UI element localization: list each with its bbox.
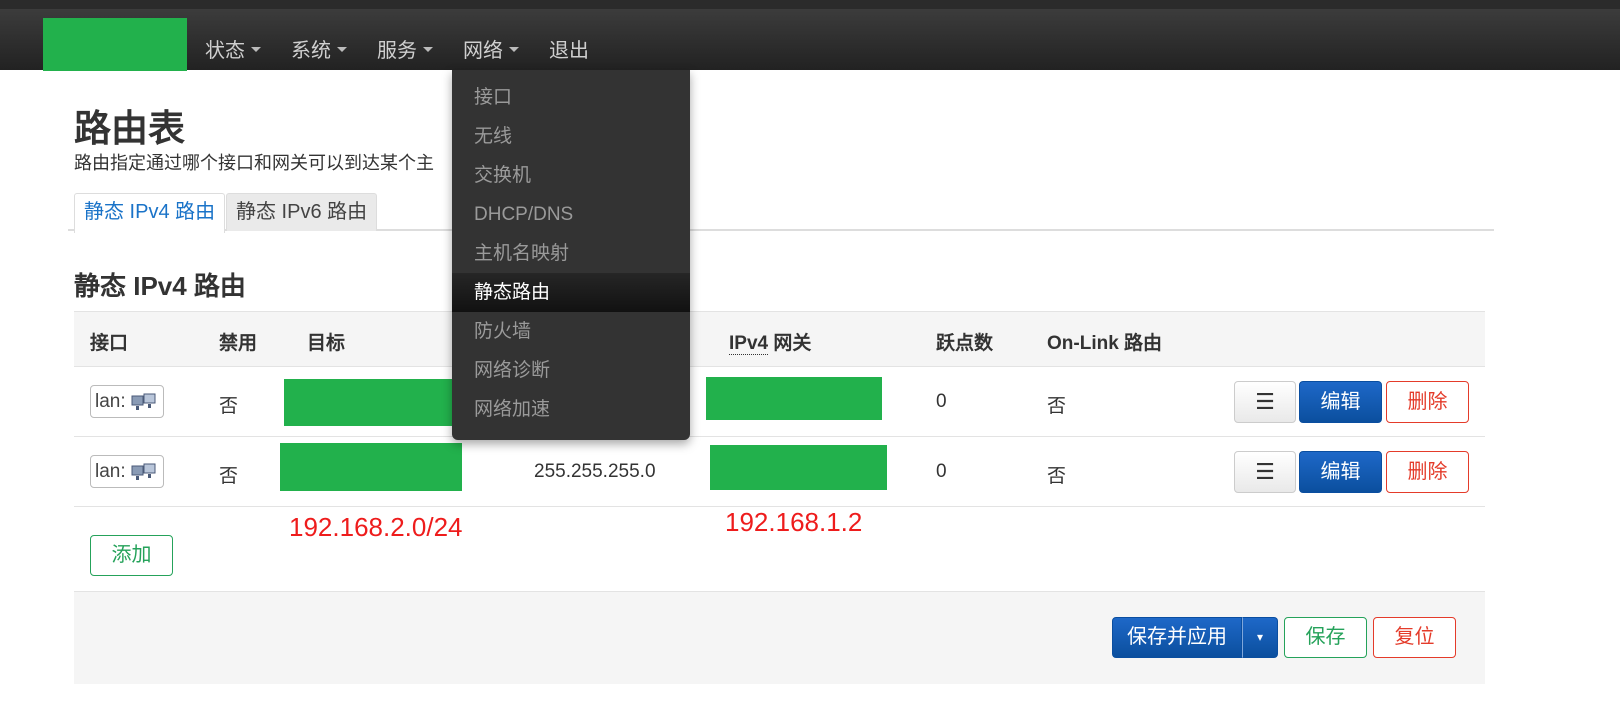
page-title: 路由表 xyxy=(74,108,185,149)
delete-button[interactable]: 删除 xyxy=(1386,451,1469,493)
edit-button[interactable]: 编辑 xyxy=(1299,381,1382,423)
row-menu-button[interactable]: ☰ xyxy=(1234,381,1296,423)
page-description: 路由指定通过哪个接口和网关可以到达某个主 xyxy=(74,153,434,173)
menu-item-static-routes[interactable]: 静态路由 xyxy=(452,273,690,312)
nav-network-label: 网络 xyxy=(463,40,503,62)
gateway-redacted xyxy=(706,377,882,420)
save-button[interactable]: 保存 xyxy=(1284,617,1367,658)
menu-item-interfaces[interactable]: 接口 xyxy=(452,78,690,117)
nav-status-label: 状态 xyxy=(205,40,245,62)
network-ports-icon xyxy=(131,393,156,410)
header-hops: 跃点数 xyxy=(936,333,994,354)
table-row: lan: 否 0 否 ☰ 编辑 删除 xyxy=(74,367,1485,437)
table-row: lan: 否 255.255.255.0 0 否 ☰ 编辑 删除 xyxy=(74,437,1485,507)
menu-item-dhcp-dns[interactable]: DHCP/DNS xyxy=(452,195,690,234)
add-button[interactable]: 添加 xyxy=(90,535,173,576)
disabled-value: 否 xyxy=(219,466,239,487)
gateway-redacted xyxy=(710,445,887,490)
row-menu-button[interactable]: ☰ xyxy=(1234,451,1296,493)
tab-static-ipv4[interactable]: 静态 IPv4 路由 xyxy=(74,193,226,233)
target-redacted xyxy=(280,443,462,491)
hops-value: 0 xyxy=(936,461,947,482)
brand-logo-redacted[interactable] xyxy=(43,18,187,71)
menu-item-switch[interactable]: 交换机 xyxy=(452,156,690,195)
menu-item-diagnostics[interactable]: 网络诊断 xyxy=(452,351,690,390)
caret-down-icon xyxy=(423,47,433,52)
edit-button[interactable]: 编辑 xyxy=(1299,451,1382,493)
interface-badge: lan: xyxy=(90,455,164,488)
section-title: 静态 IPv4 路由 xyxy=(74,271,246,301)
reset-button[interactable]: 复位 xyxy=(1373,617,1456,658)
nav-status[interactable]: 状态 xyxy=(190,18,276,79)
route-tabs: 静态 IPv4 路由 静态 IPv6 路由 xyxy=(68,193,1494,233)
caret-down-icon xyxy=(251,47,261,52)
onlink-value: 否 xyxy=(1047,466,1067,487)
nav-services-label: 服务 xyxy=(377,40,417,62)
network-dropdown-menu: 接口 无线 交换机 DHCP/DNS 主机名映射 静态路由 防火墙 网络诊断 网… xyxy=(452,70,690,440)
disabled-value: 否 xyxy=(219,396,239,417)
routes-table: 接口 禁用 目标 IPv4 网关 跃点数 On-Link 路由 lan: 否 0… xyxy=(74,311,1485,507)
menu-item-acceleration[interactable]: 网络加速 xyxy=(452,390,690,429)
nav-system[interactable]: 系统 xyxy=(276,18,362,79)
interface-label: lan: xyxy=(95,461,126,482)
header-onlink: On-Link 路由 xyxy=(1047,333,1163,354)
onlink-value: 否 xyxy=(1047,396,1067,417)
interface-label: lan: xyxy=(95,391,126,412)
netmask-value: 255.255.255.0 xyxy=(534,461,656,482)
menu-item-wireless[interactable]: 无线 xyxy=(452,117,690,156)
header-interface: 接口 xyxy=(90,333,129,354)
header-gateway-abbr: IPv4 xyxy=(729,333,769,355)
header-disabled: 禁用 xyxy=(219,333,258,354)
table-header: 接口 禁用 目标 IPv4 网关 跃点数 On-Link 路由 xyxy=(74,311,1485,367)
target-redacted xyxy=(284,379,454,426)
save-apply-dropdown-button[interactable]: ▾ xyxy=(1242,617,1278,658)
network-ports-icon xyxy=(131,463,156,480)
menu-item-firewall[interactable]: 防火墙 xyxy=(452,312,690,351)
tab-static-ipv6[interactable]: 静态 IPv6 路由 xyxy=(226,193,378,231)
target-annotation: 192.168.2.0/24 xyxy=(289,512,463,542)
header-target: 目标 xyxy=(307,333,346,354)
interface-badge: lan: xyxy=(90,385,164,418)
caret-down-icon xyxy=(337,47,347,52)
delete-button[interactable]: 删除 xyxy=(1386,381,1469,423)
gateway-annotation: 192.168.1.2 xyxy=(725,507,863,537)
header-gateway: IPv4 网关 xyxy=(729,328,811,355)
header-gateway-rest: 网关 xyxy=(768,333,812,354)
caret-down-icon xyxy=(509,47,519,52)
save-apply-button[interactable]: 保存并应用 xyxy=(1112,617,1242,658)
menu-item-hostnames[interactable]: 主机名映射 xyxy=(452,234,690,273)
top-navbar: 状态 系统 服务 网络 退出 xyxy=(0,0,1620,71)
nav-system-label: 系统 xyxy=(291,40,331,62)
nav-services[interactable]: 服务 xyxy=(362,18,448,79)
hops-value: 0 xyxy=(936,391,947,412)
nav-logout-label: 退出 xyxy=(549,40,589,62)
